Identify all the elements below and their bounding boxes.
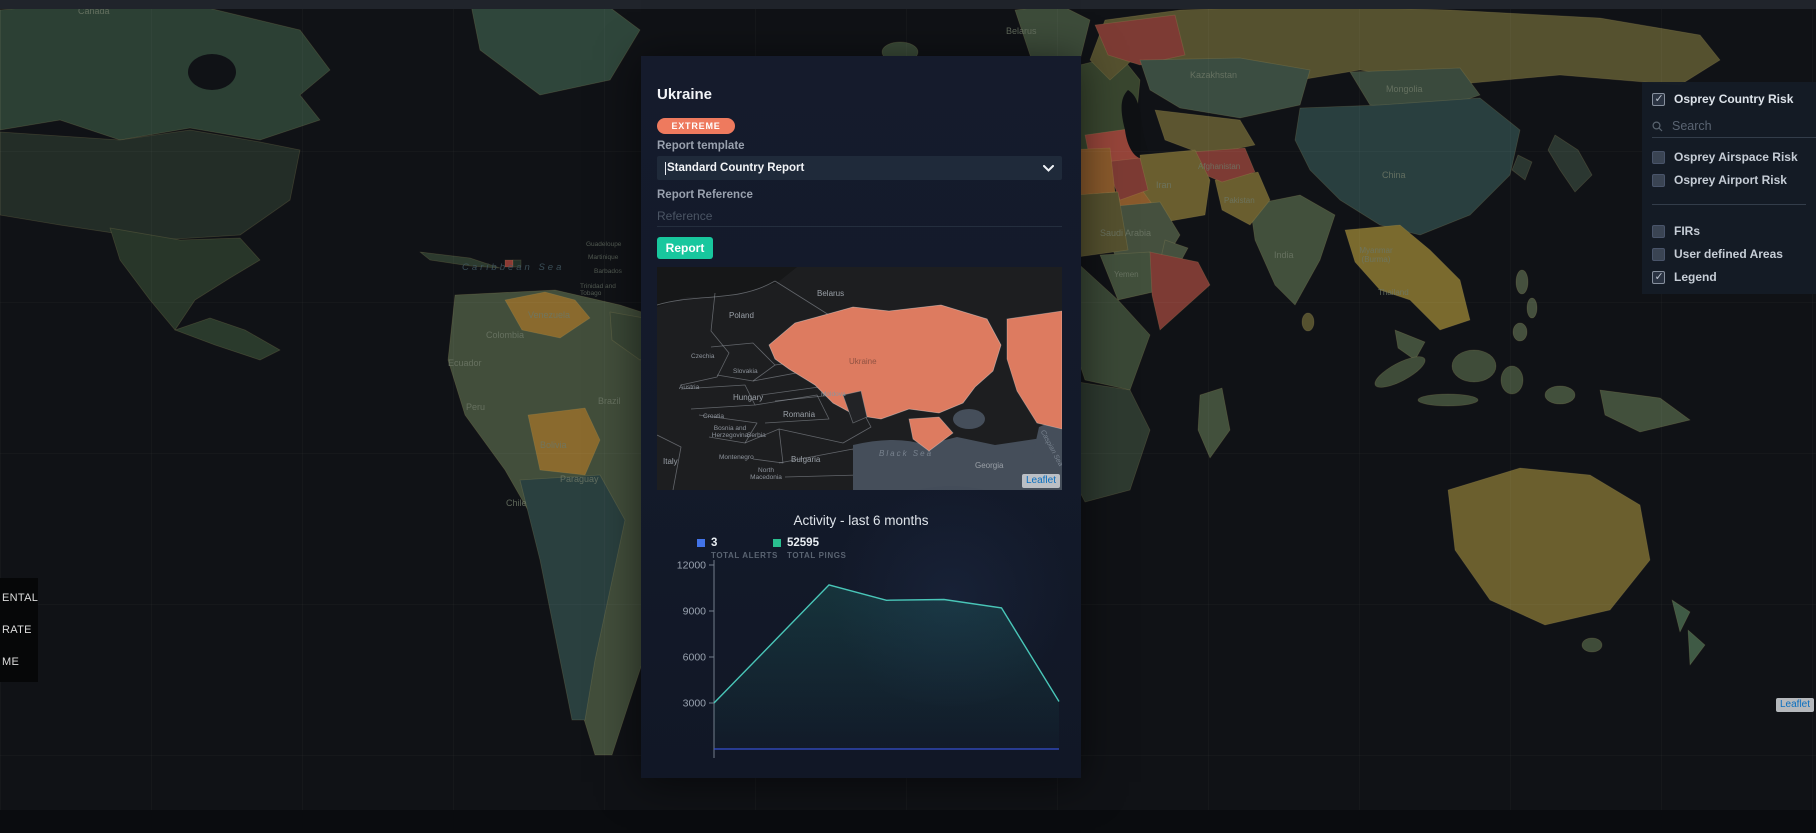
modal-title: Ukraine: [657, 86, 713, 103]
svg-text:12000: 12000: [677, 560, 706, 572]
layer-label: Osprey Country Risk: [1674, 92, 1794, 106]
checkbox[interactable]: [1652, 173, 1665, 187]
checkbox[interactable]: [1652, 247, 1665, 261]
checkbox[interactable]: [1652, 92, 1665, 106]
layer-label: FIRs: [1674, 224, 1701, 238]
layer-label: Osprey Airspace Risk: [1674, 150, 1798, 164]
layer-label: Legend: [1674, 270, 1717, 284]
report-reference-input[interactable]: [657, 205, 1062, 227]
checkbox[interactable]: [1652, 150, 1665, 164]
svg-text:9000: 9000: [683, 606, 707, 618]
map-bottom-band: [0, 810, 1816, 833]
report-button[interactable]: Report: [657, 237, 713, 259]
country-minimap[interactable]: Belarus Poland Czechia Slovakia Austria …: [657, 267, 1062, 490]
search-icon: [1652, 120, 1663, 131]
template-field-label: Report template: [657, 140, 745, 152]
reference-field-label: Report Reference: [657, 189, 753, 201]
layer-toggle-airport-risk[interactable]: Osprey Airport Risk: [1652, 171, 1808, 189]
risk-scale-item: ME: [2, 656, 20, 668]
activity-chart-title: Activity - last 6 months: [793, 513, 929, 528]
text-caret: [665, 161, 666, 175]
chevron-down-icon: [1043, 164, 1054, 172]
pings-swatch: [773, 539, 781, 547]
layer-search[interactable]: [1652, 115, 1816, 138]
activity-line-chart: 3000 6000 9000 12000: [677, 560, 1060, 758]
panel-divider: [1652, 204, 1806, 205]
layer-label: Osprey Airport Risk: [1674, 173, 1787, 187]
alerts-total: 3: [711, 537, 718, 549]
minimap-shapes: [657, 267, 1062, 490]
risk-scale-legend: ENTAL RATE ME: [0, 578, 38, 682]
country-report-modal: Ukraine EXTREME Report template Standard…: [641, 56, 1081, 778]
layer-toggle-user-areas[interactable]: User defined Areas: [1652, 245, 1808, 263]
search-input[interactable]: [1670, 118, 1794, 134]
layer-toggle-firs[interactable]: FIRs: [1652, 222, 1808, 240]
risk-scale-item: RATE: [2, 624, 32, 636]
risk-level-badge: EXTREME: [657, 118, 735, 134]
alerts-swatch: [697, 539, 705, 547]
app-root: Canada Caribbean Sea Guadeloupe Martiniq…: [0, 0, 1816, 833]
checkbox[interactable]: [1652, 224, 1665, 238]
map-top-band: [0, 0, 1816, 9]
layer-toggle-country-risk[interactable]: Osprey Country Risk: [1652, 90, 1808, 108]
pings-total: 52595: [787, 537, 819, 549]
layer-label: User defined Areas: [1674, 247, 1783, 261]
svg-text:6000: 6000: [683, 652, 707, 664]
risk-scale-item: ENTAL: [2, 592, 39, 604]
report-template-select[interactable]: Standard Country Report: [657, 156, 1062, 180]
leaflet-attribution-link[interactable]: Leaflet: [1776, 698, 1815, 712]
template-selected-value: Standard Country Report: [667, 162, 805, 174]
leaflet-attribution-link[interactable]: Leaflet: [1021, 474, 1060, 488]
layer-toggle-legend[interactable]: Legend: [1652, 268, 1808, 286]
layer-toggle-airspace-risk[interactable]: Osprey Airspace Risk: [1652, 148, 1808, 166]
layers-panel: Osprey Country Risk Osprey Airspace Risk…: [1642, 82, 1816, 294]
checkbox[interactable]: [1652, 270, 1665, 284]
svg-text:3000: 3000: [683, 698, 707, 710]
